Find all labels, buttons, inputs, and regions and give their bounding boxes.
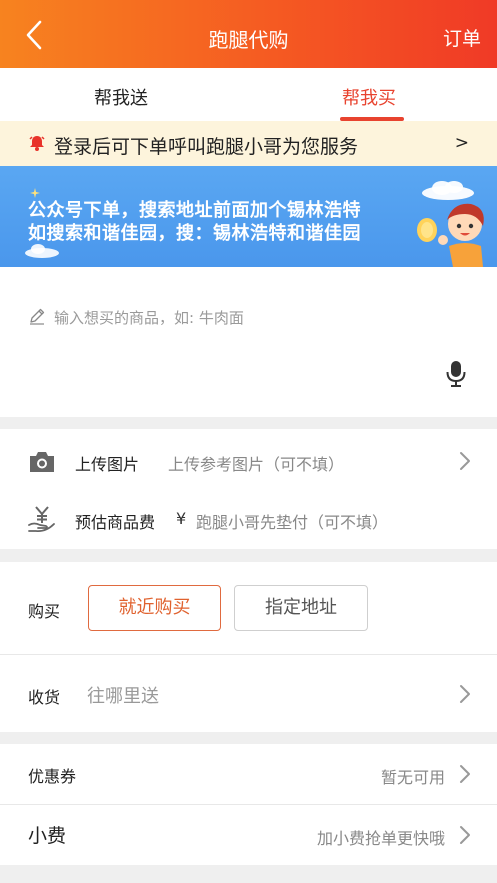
chevron-right-icon[interactable] [459, 684, 471, 704]
receive-label: 收货 [28, 688, 61, 707]
upload-label: 上传图片 [75, 455, 140, 474]
page-title: 跑腿代购 [208, 28, 289, 52]
notice-arrow[interactable]: > [455, 133, 469, 153]
tip-row[interactable]: 小费 加小费抢单更快哦 [0, 805, 497, 865]
estimate-hint[interactable]: 跑腿小哥先垫付（可不填） [196, 509, 388, 533]
bell-icon [29, 136, 45, 151]
tip-label: 小费 [28, 825, 67, 847]
item-input-placeholder[interactable]: 输入想买的商品，如: 牛肉面 [54, 307, 244, 328]
upload-hint: 上传参考图片（可不填） [168, 455, 345, 474]
receive-address-input[interactable]: 往哪里送 [87, 682, 159, 708]
app-header: 跑腿代购 订单 [0, 0, 497, 68]
tab-help-deliver[interactable]: 帮我送 [94, 84, 148, 110]
login-notice-bar[interactable]: 登录后可下单呼叫跑腿小哥为您服务 > [0, 121, 497, 166]
upload-section: 上传图片 上传参考图片（可不填） 预估商品费 ¥ 跑腿小哥先垫付（可不填） [0, 429, 497, 549]
cloud-icon [25, 244, 59, 258]
chevron-right-icon [460, 452, 470, 470]
coupon-value: 暂无可用 [380, 768, 445, 787]
order-link[interactable]: 订单 [443, 24, 481, 51]
specified-address-button[interactable]: 指定地址 [234, 585, 368, 631]
pencil-icon [30, 308, 45, 325]
buy-section: 购买 就近购买 指定地址 收货 往哪里送 [0, 562, 497, 732]
notice-text: 登录后可下单呼叫跑腿小哥为您服务 [54, 136, 359, 158]
coupon-label: 优惠券 [28, 767, 77, 786]
estimate-label: 预估商品费 [75, 513, 156, 532]
camera-icon [30, 452, 54, 472]
courier-mascot-icon [417, 203, 484, 267]
buy-label: 购买 [28, 602, 61, 621]
microphone-icon[interactable] [445, 360, 467, 388]
upload-image-row[interactable]: 上传图片 上传参考图片（可不填） [0, 447, 497, 495]
tab-bar: 帮我送 帮我买 [0, 68, 497, 121]
chevron-right-icon [460, 765, 470, 783]
estimate-cost-row[interactable]: 预估商品费 ¥ 跑腿小哥先垫付（可不填） [0, 505, 497, 549]
money-hand-icon [28, 506, 55, 533]
divider [0, 654, 497, 655]
banner-line-2: 如搜索和谐佳园，搜：锡林浩特和谐佳园 [28, 223, 361, 244]
coupon-row[interactable]: 优惠券 暂无可用 [0, 744, 497, 804]
currency-symbol: ¥ [176, 509, 187, 528]
cloud-icon [422, 181, 474, 200]
promo-banner[interactable]: 公众号下单，搜索地址前面加个锡林浩特 如搜索和谐佳园，搜：锡林浩特和谐佳园 [0, 166, 497, 267]
chevron-right-icon [460, 826, 470, 844]
extras-section: 优惠券 暂无可用 小费 加小费抢单更快哦 [0, 744, 497, 865]
nearby-purchase-button[interactable]: 就近购买 [88, 585, 221, 631]
tip-value: 加小费抢单更快哦 [316, 829, 445, 848]
tab-help-buy[interactable]: 帮我买 [342, 84, 396, 110]
item-input-card[interactable]: 输入想买的商品，如: 牛肉面 [0, 267, 497, 417]
